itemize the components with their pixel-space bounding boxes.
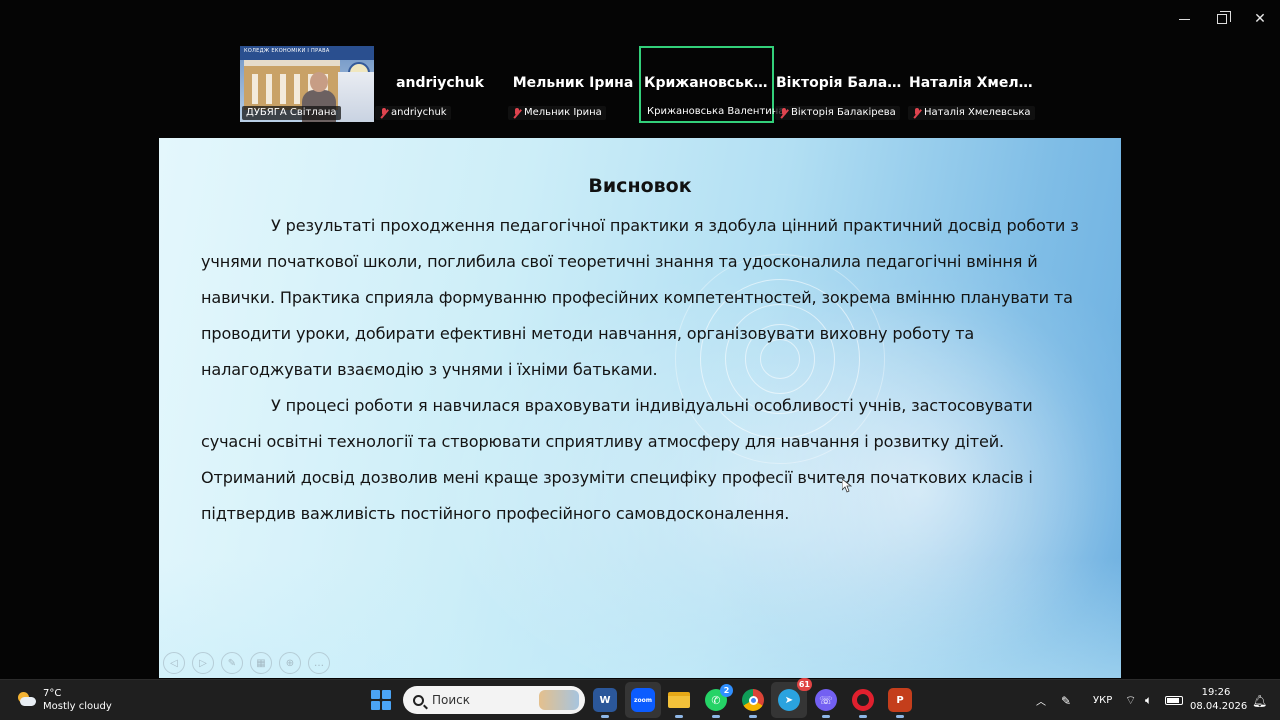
slide-title: Висновок bbox=[588, 175, 692, 197]
mic-muted-icon bbox=[912, 107, 921, 119]
prev-icon[interactable]: ◁ bbox=[163, 652, 185, 674]
zoom-icon[interactable]: ⊕ bbox=[279, 652, 301, 674]
viber-icon[interactable]: ☏ bbox=[814, 688, 838, 718]
file-explorer-icon[interactable] bbox=[667, 688, 691, 718]
participant-display-name: Вікторія Балакі... bbox=[776, 75, 907, 91]
whatsapp-icon[interactable]: ✆ 2 bbox=[704, 684, 733, 718]
mouse-cursor-icon bbox=[841, 478, 853, 497]
windows-taskbar: 7°C Mostly cloudy Поиск W zoom ✆ 2 ➤ 61 … bbox=[0, 678, 1280, 720]
clock-time: 19:26 bbox=[1201, 687, 1231, 698]
mic-muted-icon bbox=[779, 107, 788, 119]
wifi-icon[interactable]: ⌔ bbox=[1125, 680, 1136, 720]
telegram-app-button[interactable]: ➤ 61 bbox=[771, 678, 812, 718]
taskbar-clock[interactable]: 19:26 08.04.2026 bbox=[1190, 686, 1248, 714]
close-icon[interactable]: ✕ bbox=[1247, 8, 1273, 30]
participant-name-chip: andriychuk bbox=[375, 106, 451, 120]
restore-icon[interactable] bbox=[1209, 8, 1235, 30]
participant-name-chip: ДУБЯГА Світлана bbox=[242, 106, 341, 120]
more-icon[interactable]: … bbox=[308, 652, 330, 674]
powerpoint-icon[interactable]: P bbox=[888, 688, 912, 718]
partly-cloudy-icon bbox=[16, 692, 36, 708]
search-icon bbox=[413, 694, 424, 706]
telegram-icon: ➤ bbox=[778, 689, 800, 711]
participant-name-chip: Наталія Хмелевська bbox=[908, 106, 1035, 120]
search-highlight-image bbox=[539, 690, 579, 710]
participant-tile-active-speaker[interactable]: Крижановська... Крижановська Валентина bbox=[639, 46, 784, 123]
language-indicator[interactable]: УКР bbox=[1093, 680, 1112, 720]
battery-icon[interactable] bbox=[1165, 680, 1183, 720]
weather-temp: 7°C bbox=[43, 688, 62, 699]
telegram-badge: 61 bbox=[796, 678, 812, 691]
clock-date: 08.04.2026 bbox=[1190, 701, 1248, 712]
participant-tile-balakireva[interactable]: Вікторія Балакі... Вікторія Балакірева bbox=[773, 46, 907, 122]
slide-paragraph-2: У процесі роботи я навчилася враховувати… bbox=[201, 396, 1033, 523]
participant-display-name: Крижановська... bbox=[644, 75, 772, 91]
participant-name-chip: Крижановська Валентина bbox=[647, 106, 785, 117]
start-icon[interactable] bbox=[369, 688, 393, 712]
participant-video-tile[interactable]: КОЛЕДЖ ЕКОНОМІКИ І ПРАВА ДУБЯГА Світлана bbox=[240, 46, 374, 122]
pen-icon[interactable]: ✎ bbox=[221, 652, 243, 674]
slide-paragraph-1: У результаті проходження педагогічної пр… bbox=[201, 216, 1079, 379]
weather-widget[interactable]: 7°C Mostly cloudy bbox=[16, 687, 112, 713]
pen-tray-icon[interactable]: ✎ bbox=[1061, 680, 1071, 720]
notifications-icon[interactable]: 🔔︎ bbox=[1252, 680, 1267, 720]
whatsapp-badge: 2 bbox=[720, 684, 733, 697]
mic-muted-icon bbox=[512, 107, 521, 119]
taskbar-search-box[interactable]: Поиск bbox=[403, 686, 585, 714]
zoom-icon: zoom bbox=[631, 688, 655, 712]
participant-display-name: Наталія Хмеле... bbox=[909, 75, 1040, 91]
word-icon[interactable]: W bbox=[593, 688, 617, 718]
weather-condition: Mostly cloudy bbox=[43, 701, 112, 712]
zoom-app-button[interactable]: zoom bbox=[625, 682, 661, 718]
volume-icon[interactable]: 🔈︎ bbox=[1145, 680, 1152, 720]
slide-toolbar: ◁ ▷ ✎ ▦ ⊕ … bbox=[163, 652, 330, 674]
opera-icon[interactable] bbox=[851, 688, 875, 718]
participant-tile-melnyk[interactable]: Мельник Ірина Мельник Ірина bbox=[506, 46, 640, 122]
mic-muted-icon bbox=[379, 107, 388, 119]
participant-name-chip: Мельник Ірина bbox=[508, 106, 606, 120]
chrome-icon[interactable] bbox=[741, 688, 765, 718]
slides-icon[interactable]: ▦ bbox=[250, 652, 272, 674]
show-hidden-icons-chevron-icon[interactable]: ︿ bbox=[1036, 680, 1046, 720]
video-banner-text: КОЛЕДЖ ЕКОНОМІКИ І ПРАВА bbox=[240, 46, 374, 60]
search-placeholder: Поиск bbox=[432, 693, 471, 707]
participant-display-name: Мельник Ірина bbox=[512, 75, 634, 91]
participant-tile-khmelevska[interactable]: Наталія Хмеле... Наталія Хмелевська bbox=[906, 46, 1040, 122]
minimize-icon[interactable] bbox=[1171, 8, 1197, 30]
next-icon[interactable]: ▷ bbox=[192, 652, 214, 674]
shared-presentation-slide[interactable]: Висновок У результаті проходження педаго… bbox=[159, 138, 1121, 678]
participant-name-chip: Вікторія Балакірева bbox=[775, 106, 900, 120]
zoom-meeting-window: ✕ КОЛЕДЖ ЕКОНОМІКИ І ПРАВА ДУБЯГА Світла… bbox=[0, 0, 1280, 720]
participant-display-name: andriychuk bbox=[396, 75, 484, 91]
participant-tile-andriychuk[interactable]: andriychuk andriychuk bbox=[373, 46, 507, 122]
